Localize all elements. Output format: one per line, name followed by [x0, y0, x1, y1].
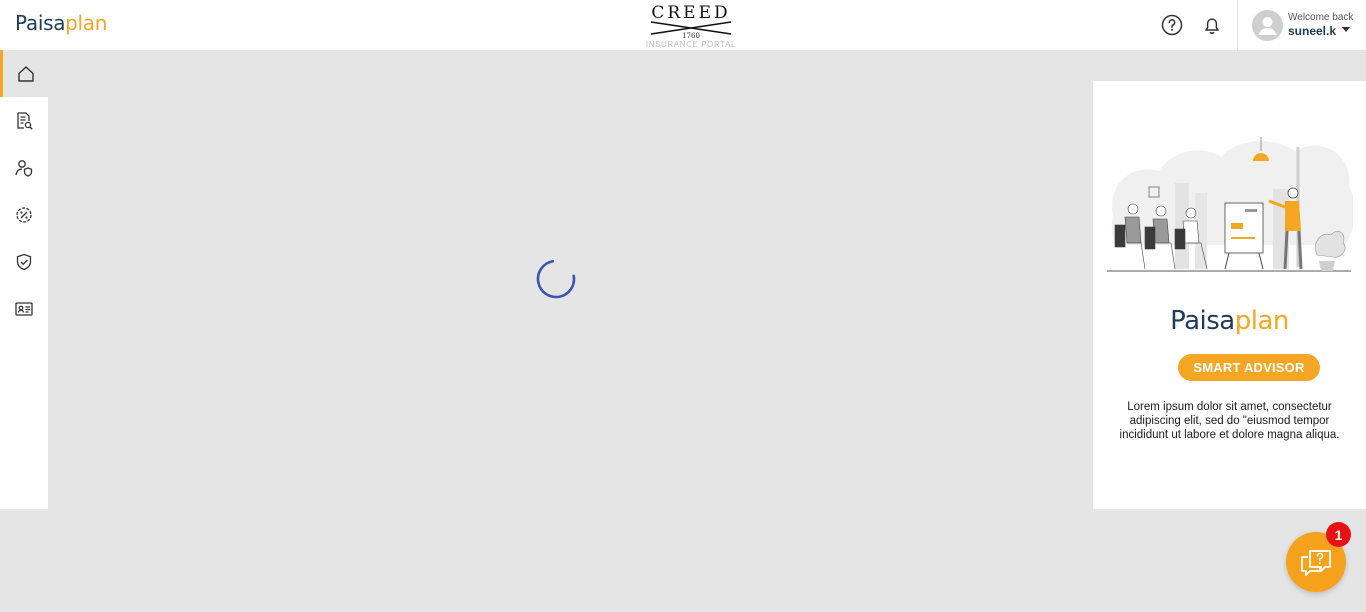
document-search-icon	[17, 111, 33, 130]
meeting-illustration	[1107, 137, 1353, 272]
user-shield-icon	[15, 159, 33, 177]
home-icon	[17, 65, 34, 82]
sidebar-item-profile[interactable]	[0, 285, 48, 332]
id-card-icon	[15, 301, 33, 316]
chevron-down-icon[interactable]	[1342, 27, 1350, 32]
advisor-logo-accent: plan	[1234, 306, 1290, 336]
advisor-description: Lorem ipsum dolor sit amet, consectetur …	[1119, 401, 1340, 441]
smart-advisor-panel: Paisaplan SMART ADVISOR Lorem ipsum dolo…	[1093, 81, 1366, 509]
paisaplan-logo[interactable]: Paisaplan	[15, 11, 107, 35]
welcome-text: Welcome back	[1288, 12, 1354, 23]
help-icon[interactable]	[1161, 14, 1183, 36]
header-divider	[1237, 0, 1238, 50]
top-header: Paisaplan CREED 1760 INSURANCE PORTAL We…	[0, 0, 1366, 50]
loading-spinner-icon	[536, 259, 576, 299]
sidebar-item-reports[interactable]	[0, 97, 48, 144]
creed-brand-logo: CREED 1760 INSURANCE PORTAL	[644, 2, 738, 49]
sidebar-item-policies[interactable]	[0, 238, 48, 285]
portal-subtitle: INSURANCE PORTAL	[645, 40, 737, 49]
percent-gear-icon	[16, 206, 32, 223]
logo-text-accent: plan	[65, 11, 108, 35]
bell-icon[interactable]	[1201, 14, 1223, 36]
sidebar-item-offers[interactable]	[0, 191, 48, 238]
sidebar	[0, 50, 48, 509]
sidebar-item-customers[interactable]	[0, 144, 48, 191]
advisor-logo: Paisaplan	[1093, 306, 1366, 336]
advisor-logo-dark: Paisa	[1170, 306, 1235, 336]
creed-year: 1760	[682, 32, 700, 40]
avatar	[1252, 10, 1283, 41]
user-avatar-icon	[1258, 17, 1277, 35]
username: suneel.k	[1288, 24, 1337, 38]
shield-check-icon	[16, 253, 32, 270]
creed-wordmark: CREED	[651, 3, 730, 23]
notification-badge: 1	[1326, 522, 1351, 547]
logo-text-dark: Paisa	[15, 11, 66, 35]
creed-logo-mark: CREED 1760	[650, 3, 732, 40]
sidebar-item-home[interactable]	[0, 50, 48, 97]
chat-question-icon	[1301, 550, 1331, 576]
user-menu[interactable]: Welcome back suneel.k	[1252, 9, 1362, 41]
smart-advisor-button[interactable]: SMART ADVISOR	[1178, 354, 1320, 381]
